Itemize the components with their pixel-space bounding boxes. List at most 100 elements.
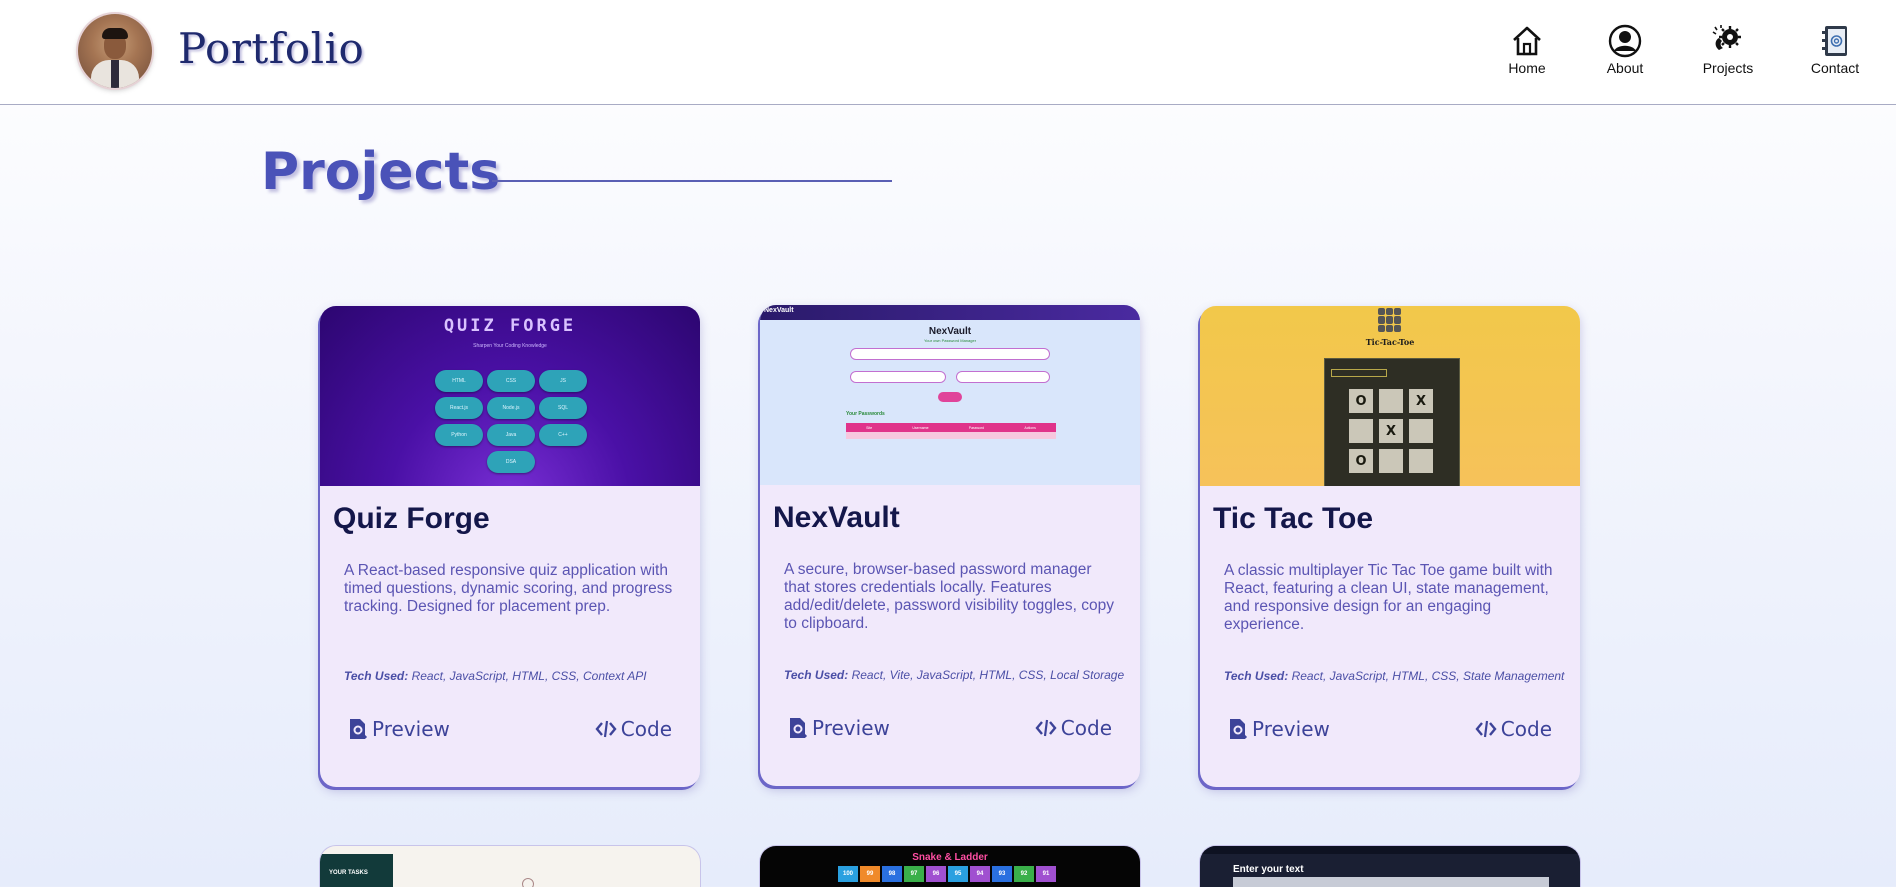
- thumb-tagline: Your own Password Manager: [923, 338, 977, 343]
- board-square: 94: [970, 866, 990, 882]
- tech-label: Tech Used:: [784, 668, 849, 682]
- board-cell: X: [1379, 419, 1403, 443]
- board-cell: X: [1409, 389, 1433, 413]
- thumb-player-box: [1331, 369, 1387, 377]
- project-title: Quiz Forge: [333, 502, 490, 535]
- nav-label-projects: Projects: [1702, 60, 1754, 76]
- board-cell: [1379, 449, 1403, 473]
- preview-button[interactable]: Preview: [1228, 714, 1330, 744]
- board-cell: [1409, 419, 1433, 443]
- project-card-quiz-forge: QUIZ FORGE Sharpen Your Coding Knowledge…: [320, 306, 700, 787]
- board-square: 95: [948, 866, 968, 882]
- preview-icon: [1230, 719, 1248, 740]
- topic-pill: DSA: [487, 451, 535, 473]
- nav-item-projects[interactable]: Projects: [1700, 24, 1756, 80]
- nav-label-home: Home: [1508, 60, 1546, 76]
- board-square: 97: [904, 866, 924, 882]
- board-square: 100: [838, 866, 858, 882]
- thumb-col: Password: [968, 425, 985, 430]
- tech-list: React, Vite, JavaScript, HTML, CSS, Loca…: [851, 668, 1125, 682]
- project-card-nexvault: NexVault NexVault Your own Password Mana…: [760, 305, 1140, 786]
- thumb-pass-input: [956, 371, 1050, 383]
- thumb-brand: NexVault: [928, 326, 972, 337]
- preview-button[interactable]: Preview: [788, 713, 890, 743]
- code-button[interactable]: Code: [595, 714, 672, 744]
- board-cell: [1409, 449, 1433, 473]
- project-thumbnail[interactable]: QUIZ FORGE Sharpen Your Coding Knowledge…: [320, 306, 700, 486]
- thumb-illustration: [522, 878, 534, 887]
- thumb-logo: [1378, 308, 1402, 332]
- preview-label: Preview: [372, 717, 450, 741]
- project-title: Tic Tac Toe: [1213, 502, 1374, 535]
- tech-label: Tech Used:: [1224, 669, 1289, 683]
- thumb-caption: YOUR TASKS: [329, 870, 368, 876]
- brand-title[interactable]: Portfolio: [178, 24, 364, 73]
- thumb-topic-grid: HTML CSS JS React.js Node.js SQL Python …: [435, 370, 591, 473]
- thumb-col: Actions: [1024, 425, 1036, 430]
- project-tech: Tech Used: React, JavaScript, HTML, CSS,…: [1224, 669, 1580, 683]
- thumb-board-panel: O X X O: [1324, 358, 1460, 486]
- nav-label-about: About: [1606, 60, 1644, 76]
- tech-list: React, JavaScript, HTML, CSS, Context AP…: [411, 669, 647, 683]
- topic-pill: HTML: [435, 370, 483, 392]
- project-title: NexVault: [773, 501, 900, 534]
- board-square: 92: [1014, 866, 1034, 882]
- home-icon: [1513, 26, 1541, 56]
- code-button[interactable]: Code: [1475, 714, 1552, 744]
- thumb-textarea: [1233, 877, 1549, 887]
- nav-item-contact[interactable]: Contact: [1810, 24, 1860, 80]
- thumb-col: Site: [866, 425, 873, 430]
- thumb-section: Your Passwords: [846, 411, 885, 417]
- topic-pill: Node.js: [487, 397, 535, 419]
- preview-label: Preview: [812, 716, 890, 740]
- project-description: A classic multiplayer Tic Tac Toe game b…: [1224, 562, 1553, 633]
- project-card-partial-text[interactable]: Enter your text: [1200, 846, 1580, 887]
- site-header: Portfolio Home About Projects Contact: [0, 0, 1896, 105]
- topic-pill: React.js: [435, 397, 483, 419]
- board-square: 99: [860, 866, 880, 882]
- project-thumbnail[interactable]: Tic-Tac-Toe O X X O .ttt { width:24px; h…: [1200, 306, 1580, 486]
- topic-pill: CSS: [487, 370, 535, 392]
- project-tech: Tech Used: React, Vite, JavaScript, HTML…: [784, 668, 1140, 682]
- title-divider: [492, 180, 892, 182]
- avatar: [78, 14, 152, 88]
- avatar-collar: [111, 60, 119, 88]
- thumb-nav-brand: NexVault: [764, 307, 794, 314]
- tech-list: React, JavaScript, HTML, CSS, State Mana…: [1291, 669, 1565, 683]
- code-label: Code: [1500, 717, 1552, 741]
- code-button[interactable]: Code: [1035, 713, 1112, 743]
- thumb-caption: Enter your text: [1233, 864, 1304, 875]
- thumb-navbar: [1200, 846, 1580, 854]
- project-card-partial-snake[interactable]: Snake & Ladder 100 99 98 97 96 95 94 93 …: [760, 846, 1140, 887]
- preview-icon: [350, 719, 368, 740]
- code-icon: [595, 720, 617, 738]
- avatar-hair: [102, 28, 128, 39]
- project-description: A secure, browser-based password manager…: [784, 561, 1114, 632]
- board-cell: O: [1349, 389, 1373, 413]
- board-cell: [1379, 389, 1403, 413]
- thumb-subheading: Sharpen Your Coding Knowledge: [473, 343, 547, 349]
- nav-item-about[interactable]: About: [1602, 24, 1648, 80]
- preview-icon: [790, 718, 808, 739]
- user-icon: [1608, 24, 1642, 58]
- thumb-table-row: [846, 432, 1056, 439]
- board-square: 98: [882, 866, 902, 882]
- board-cell: O: [1349, 449, 1373, 473]
- thumb-board: O X X O: [1349, 389, 1445, 473]
- projects-icon: [1712, 25, 1741, 50]
- thumb-col: Username: [912, 425, 929, 430]
- project-thumbnail[interactable]: NexVault NexVault Your own Password Mana…: [760, 305, 1140, 485]
- project-card-partial-tasks[interactable]: YOUR TASKS: [320, 846, 700, 887]
- topic-pill: Java: [487, 424, 535, 446]
- board-square: 91: [1036, 866, 1056, 882]
- thumb-number-row: 100 99 98 97 96 95 94 93 92 91: [838, 866, 1056, 882]
- section-title: Projects: [261, 142, 501, 202]
- nav-label-contact: Contact: [1810, 60, 1860, 76]
- thumb-table-header: Site Username Password Actions: [846, 423, 1056, 432]
- code-label: Code: [1060, 716, 1112, 740]
- thumb-heading: QUIZ FORGE: [443, 316, 577, 336]
- nav-item-home[interactable]: Home: [1506, 24, 1548, 80]
- code-icon: [1475, 720, 1497, 738]
- preview-button[interactable]: Preview: [348, 714, 450, 744]
- board-square: 96: [926, 866, 946, 882]
